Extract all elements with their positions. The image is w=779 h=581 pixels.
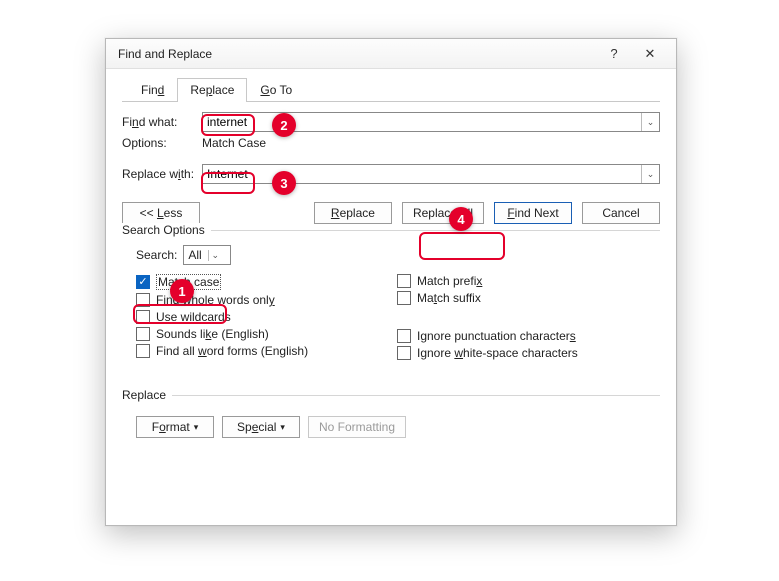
search-options-legend: Search Options xyxy=(122,223,211,237)
checkbox-icon xyxy=(136,344,150,358)
special-button[interactable]: Special ▾ xyxy=(222,416,300,438)
left-checkbox-3[interactable]: Sounds like (English) xyxy=(136,327,397,341)
left-checkbox-0[interactable]: ✓ Match case xyxy=(136,274,397,290)
find-what-input[interactable]: ⌄ xyxy=(202,112,660,132)
close-button[interactable]: ✕ xyxy=(632,42,668,66)
format-buttons: Format ▾ Special ▾ No Formatting xyxy=(122,416,660,438)
caret-down-icon: ▾ xyxy=(194,422,199,433)
titlebar: Find and Replace ? ✕ xyxy=(106,39,676,69)
checkbox-icon xyxy=(397,291,411,305)
cancel-button[interactable]: Cancel xyxy=(582,202,660,224)
checkbox-label: Use wildcards xyxy=(156,310,231,324)
help-button[interactable]: ? xyxy=(596,42,632,66)
left-col: ✓ Match case Find whole words only Use wild… xyxy=(136,271,397,363)
checkbox-icon xyxy=(397,329,411,343)
checkbox-label: Find whole words only xyxy=(156,293,275,307)
options-label: Options: xyxy=(122,136,202,150)
left-checkbox-2[interactable]: Use wildcards xyxy=(136,310,397,324)
replace-with-field[interactable] xyxy=(203,165,641,183)
right-col: Match prefix Match suffix Ignore punctuati… xyxy=(397,271,658,363)
search-direction-select[interactable]: All ⌄ xyxy=(183,245,231,265)
search-label: Search: xyxy=(136,248,177,262)
close-icon: ✕ xyxy=(645,46,656,62)
chevron-down-icon: ⌄ xyxy=(208,250,222,261)
checkbox-label: Match case xyxy=(156,274,221,290)
window-title: Find and Replace xyxy=(118,47,596,61)
replace-all-button[interactable]: Replace All xyxy=(402,202,484,224)
checkbox-label: Find all word forms (English) xyxy=(156,344,308,358)
checkbox-icon xyxy=(136,310,150,324)
checkbox-label: Match suffix xyxy=(417,291,481,305)
tabs: Find Replace Go To xyxy=(122,77,660,102)
checkbox-label: Ignore punctuation characters xyxy=(417,329,576,343)
checkbox-icon xyxy=(136,327,150,341)
right-checkbox-1[interactable]: Match suffix xyxy=(397,291,658,305)
right-checkbox-4[interactable]: Ignore white-space characters xyxy=(397,346,658,360)
no-formatting-button[interactable]: No Formatting xyxy=(308,416,406,438)
replace-with-row: Replace with: ⌄ xyxy=(122,164,660,184)
checkbox-label: Sounds like (English) xyxy=(156,327,269,341)
caret-down-icon: ▾ xyxy=(280,422,285,433)
checkbox-icon xyxy=(136,293,150,307)
find-what-row: Find what: ⌄ xyxy=(122,112,660,132)
format-button[interactable]: Format ▾ xyxy=(136,416,214,438)
checkbox-icon xyxy=(397,274,411,288)
checkbox-icon: ✓ xyxy=(136,275,150,289)
find-next-button[interactable]: Find Next xyxy=(494,202,572,224)
left-checkbox-4[interactable]: Find all word forms (English) xyxy=(136,344,397,358)
tab-find[interactable]: Find xyxy=(128,78,177,102)
action-buttons: << Less Replace Replace All Find Next Ca… xyxy=(122,202,660,224)
replace-button[interactable]: Replace xyxy=(314,202,392,224)
find-options-row: Options: Match Case xyxy=(122,136,660,150)
tab-replace[interactable]: Replace xyxy=(177,78,247,102)
find-what-dropdown[interactable]: ⌄ xyxy=(641,113,659,131)
checkbox-label: Ignore white-space characters xyxy=(417,346,578,360)
left-checkbox-1[interactable]: Find whole words only xyxy=(136,293,397,307)
options-value: Match Case xyxy=(202,136,266,150)
right-checkbox-0[interactable]: Match prefix xyxy=(397,274,658,288)
search-options-group: Search Options xyxy=(122,230,660,245)
checkbox-icon xyxy=(397,346,411,360)
replace-with-label: Replace with: xyxy=(122,167,202,181)
find-what-field[interactable] xyxy=(203,113,641,131)
find-replace-dialog: Find and Replace ? ✕ Find Replace Go To … xyxy=(105,38,677,526)
checkbox-label: Match prefix xyxy=(417,274,482,288)
search-direction-row: Search: All ⌄ xyxy=(136,245,658,265)
replace-format-group: Replace Format ▾ Special ▾ No Formatting xyxy=(122,395,660,438)
checkbox-columns: ✓ Match case Find whole words only Use wild… xyxy=(136,271,658,363)
dialog-content: Find Replace Go To Find what: ⌄ Options:… xyxy=(106,69,676,450)
find-what-label: Find what: xyxy=(122,115,202,129)
replace-with-input[interactable]: ⌄ xyxy=(202,164,660,184)
replace-with-dropdown[interactable]: ⌄ xyxy=(641,165,659,183)
tab-goto[interactable]: Go To xyxy=(247,78,305,102)
right-checkbox-3[interactable]: Ignore punctuation characters xyxy=(397,329,658,343)
replace-legend: Replace xyxy=(122,388,172,402)
less-button[interactable]: << Less xyxy=(122,202,200,224)
search-options: Search: All ⌄ ✓ Match case Find whole word… xyxy=(122,245,660,367)
